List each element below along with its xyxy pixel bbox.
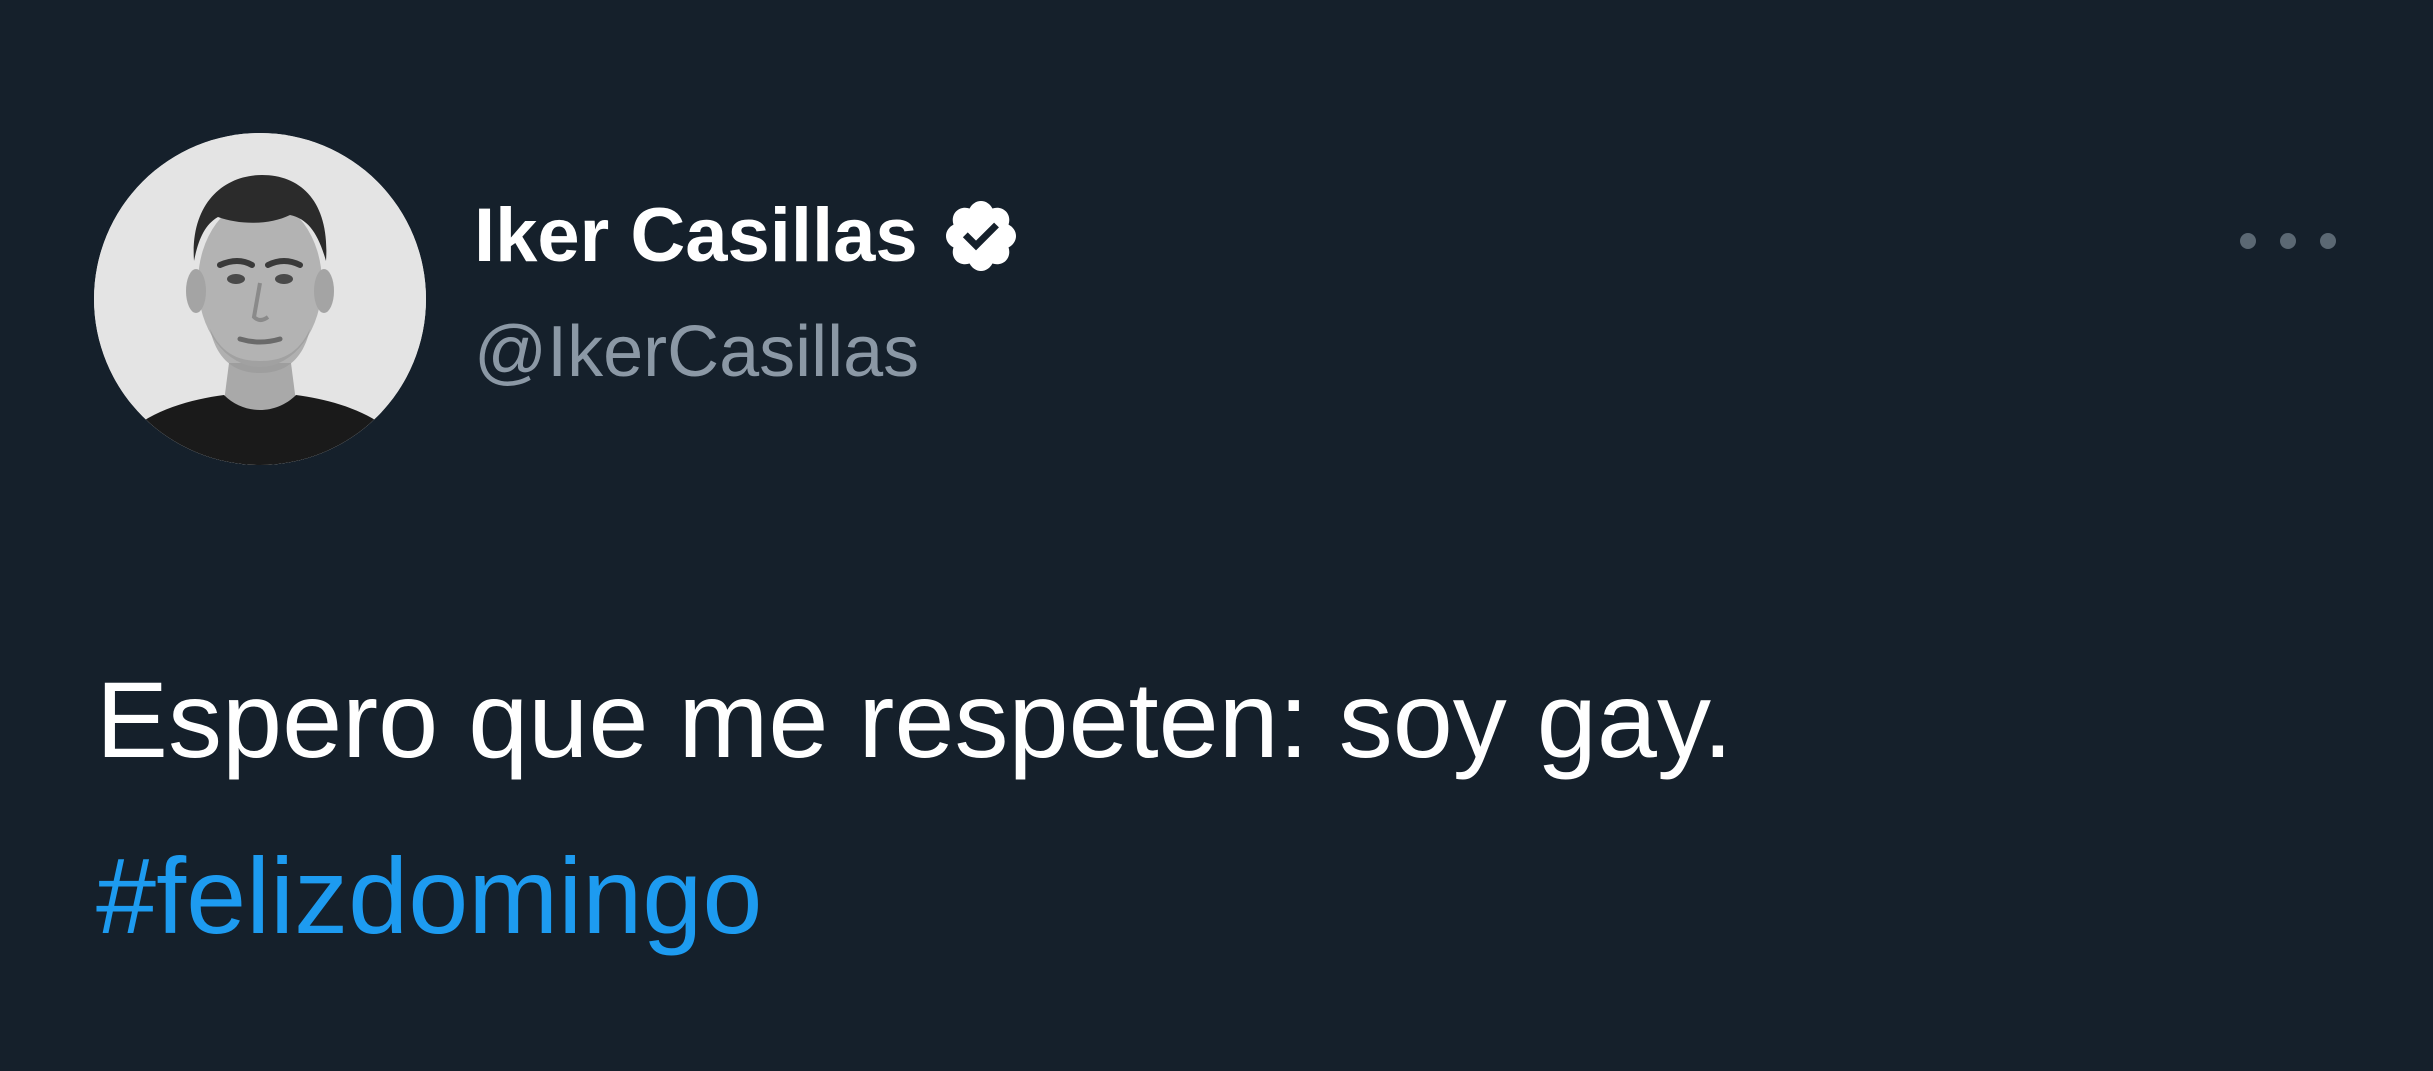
more-dots-icon[interactable]	[2240, 218, 2336, 264]
avatar-photo	[94, 133, 426, 465]
more-dot	[2320, 233, 2336, 249]
more-dot	[2240, 233, 2256, 249]
tweet-author: Iker Casillas @IkerCasillas	[474, 188, 1022, 400]
author-name-row: Iker Casillas	[474, 188, 1022, 284]
tweet-card: Iker Casillas @IkerCasillas Espero que m…	[0, 0, 2433, 1071]
tweet-text: Espero que me respeten: soy gay. #felizd…	[96, 632, 2296, 984]
hashtag-link[interactable]: #felizdomingo	[96, 808, 2296, 984]
author-handle[interactable]: @IkerCasillas	[474, 304, 1022, 400]
author-display-name[interactable]: Iker Casillas	[474, 188, 918, 284]
tweet-body: Espero que me respeten: soy gay.	[96, 659, 1733, 780]
more-dot	[2280, 233, 2296, 249]
verified-badge-icon	[940, 195, 1022, 277]
avatar[interactable]	[94, 133, 426, 465]
